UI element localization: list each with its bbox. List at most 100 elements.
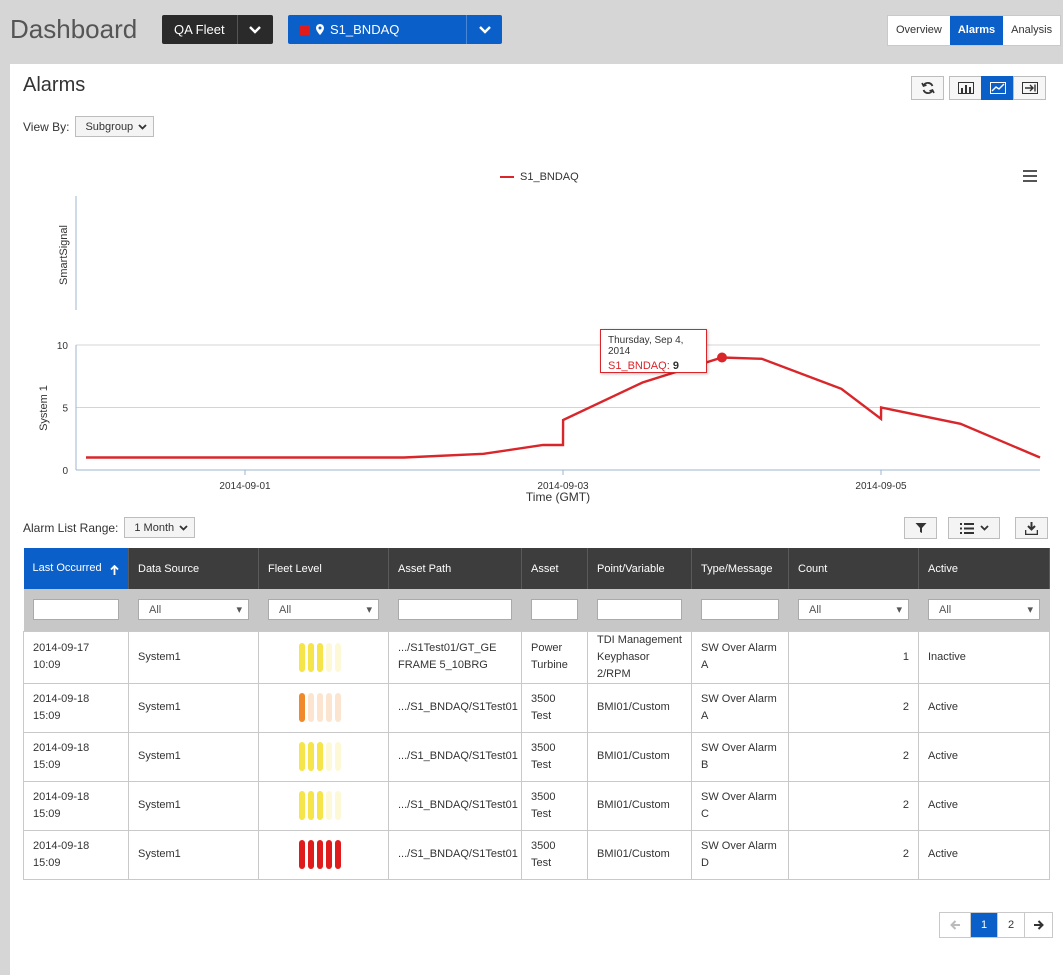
view-by-control: View By: Subgroup [23, 116, 155, 137]
expand-button[interactable] [1013, 76, 1046, 100]
column-header-last-occurred[interactable]: Last Occurred [23, 548, 129, 589]
table-row[interactable]: 2014-09-18 15:09 System1 .../S1_BNDAQ/S1Te… [23, 829, 1050, 880]
fleet-level-bar [299, 693, 305, 722]
location-pin-icon [316, 24, 324, 35]
cell-fleet-level [258, 731, 389, 782]
cell-count: 2 [788, 780, 919, 831]
fleet-level-bar [308, 693, 314, 722]
filter-button[interactable] [904, 517, 937, 539]
fleet-level-bar [317, 742, 323, 771]
dropdown-arrow-icon: ▾ [236, 604, 242, 617]
fleet-level-bar [317, 642, 323, 672]
filter-active-select[interactable]: All ▾ [928, 599, 1040, 621]
column-header-active[interactable]: Active [918, 548, 1050, 589]
asset-selector[interactable]: S1_BNDAQ [288, 15, 502, 44]
fleet-level-indicator [268, 791, 379, 820]
cell-count: 2 [788, 731, 919, 782]
column-header-data-source[interactable]: Data Source [128, 548, 259, 589]
table-row[interactable]: 2014-09-17 10:09 System1 .../S1Test01/GT_G… [23, 630, 1050, 684]
fleet-selector-label[interactable]: QA Fleet [162, 15, 237, 44]
fleet-level-bar [299, 742, 305, 771]
download-button[interactable] [1015, 517, 1048, 539]
filter-data-source-select[interactable]: All ▾ [138, 599, 249, 621]
columns-button[interactable] [948, 517, 1000, 539]
cell-last-occurred: 2014-09-18 15:09 [23, 780, 129, 831]
cell-asset: 3500 Test [521, 829, 588, 880]
view-tabs: Overview Alarms Analysis [887, 15, 1062, 46]
chevron-down-icon[interactable] [236, 15, 273, 44]
fleet-level-bar [308, 642, 314, 672]
column-header-asset-path[interactable]: Asset Path [388, 548, 522, 589]
tab-analysis[interactable]: Analysis [1003, 16, 1060, 45]
range-dropdown[interactable]: 1 Month [124, 517, 196, 538]
filter-row: All ▾ All ▾ All ▾ All ▾ [23, 589, 1050, 631]
column-header-count[interactable]: Count [788, 548, 919, 589]
table-row[interactable]: 2014-09-18 15:09 System1 .../S1_BNDAQ/S1Te… [23, 682, 1050, 733]
column-header-type-message[interactable]: Type/Message [691, 548, 789, 589]
status-square-icon [300, 24, 310, 35]
column-header-asset[interactable]: Asset [521, 548, 588, 589]
fleet-level-bar [335, 840, 341, 869]
fleet-level-bar [326, 791, 332, 820]
cell-asset-path: .../S1_BNDAQ/S1Test01 [388, 829, 522, 880]
filter-count-select[interactable]: All ▾ [798, 599, 909, 621]
chevron-down-icon[interactable] [466, 15, 502, 44]
asset-name: S1_BNDAQ [330, 22, 400, 37]
y-tick-label: 0 [62, 466, 68, 477]
hover-point[interactable] [717, 352, 727, 363]
fleet-selector[interactable]: QA Fleet [162, 15, 273, 44]
fleet-level-bar [308, 840, 314, 869]
filter-fleet-level-select[interactable]: All ▾ [268, 599, 379, 621]
chevron-down-icon [979, 525, 989, 531]
filter-asset-input[interactable] [531, 599, 578, 621]
fleet-level-bar [299, 642, 305, 672]
fleet-level-bar [326, 742, 332, 771]
cell-type-message: SW Over Alarm A [691, 630, 789, 684]
cell-asset-path: .../S1_BNDAQ/S1Test01 [388, 731, 522, 782]
x-axis-label: Time (GMT) [526, 490, 590, 504]
filter-last-occurred-input[interactable] [32, 599, 119, 621]
table-row[interactable]: 2014-09-18 15:09 System1 .../S1_BNDAQ/S1Te… [23, 731, 1050, 782]
tooltip-value: 9 [672, 360, 679, 372]
fleet-level-indicator [268, 742, 379, 771]
cell-count: 2 [788, 682, 919, 733]
cell-data-source: System1 [128, 829, 259, 880]
cell-asset: Power Turbine [521, 630, 588, 684]
column-header-fleet-level[interactable]: Fleet Level [258, 548, 389, 589]
view-by-value: Subgroup [85, 120, 134, 133]
page-2-button[interactable]: 2 [998, 913, 1025, 937]
cell-last-occurred: 2014-09-18 15:09 [23, 829, 129, 880]
line-chart-button[interactable] [981, 76, 1014, 100]
page-1-button[interactable]: 1 [971, 913, 998, 937]
view-by-label: View By: [23, 119, 70, 134]
cell-type-message: SW Over Alarm D [691, 829, 789, 880]
header-row: Last Occurred Data Source Fleet Level As… [23, 548, 1050, 589]
fleet-level-bar [335, 642, 341, 672]
table-row[interactable]: 2014-09-18 15:09 System1 .../S1_BNDAQ/S1Te… [23, 780, 1050, 831]
bar-chart-icon [957, 82, 974, 94]
line-chart-icon [989, 82, 1006, 94]
filter-value: All [939, 603, 952, 616]
asset-selector-label[interactable]: S1_BNDAQ [288, 15, 466, 44]
tab-overview[interactable]: Overview [888, 16, 950, 45]
filter-value: All [809, 603, 822, 616]
y-tick-labels: 0 5 10 [57, 341, 69, 477]
tooltip-series: S1_BNDAQ: 9 [608, 360, 699, 372]
tab-alarms[interactable]: Alarms [949, 16, 1004, 45]
view-by-dropdown[interactable]: Subgroup [75, 116, 155, 137]
refresh-button[interactable] [911, 76, 944, 100]
filter-type-message-input[interactable] [701, 599, 779, 621]
filter-asset-path-input[interactable] [398, 599, 512, 621]
previous-page-button[interactable] [940, 913, 971, 937]
cell-fleet-level [258, 630, 389, 684]
cell-point-variable: BMI01/Custom [587, 780, 692, 831]
filter-point-variable-input[interactable] [597, 599, 682, 621]
cell-asset: 3500 Test [521, 780, 588, 831]
column-header-point-variable[interactable]: Point/Variable [587, 548, 692, 589]
refresh-icon [920, 82, 935, 94]
next-page-button[interactable] [1025, 913, 1052, 937]
cell-asset: 3500 Test [521, 682, 588, 733]
bar-chart-button[interactable] [949, 76, 982, 100]
cell-active: Active [918, 731, 1050, 782]
alarms-line-chart: SmartSignal System 1 0510 2014-09-01 2014… [38, 196, 1041, 504]
